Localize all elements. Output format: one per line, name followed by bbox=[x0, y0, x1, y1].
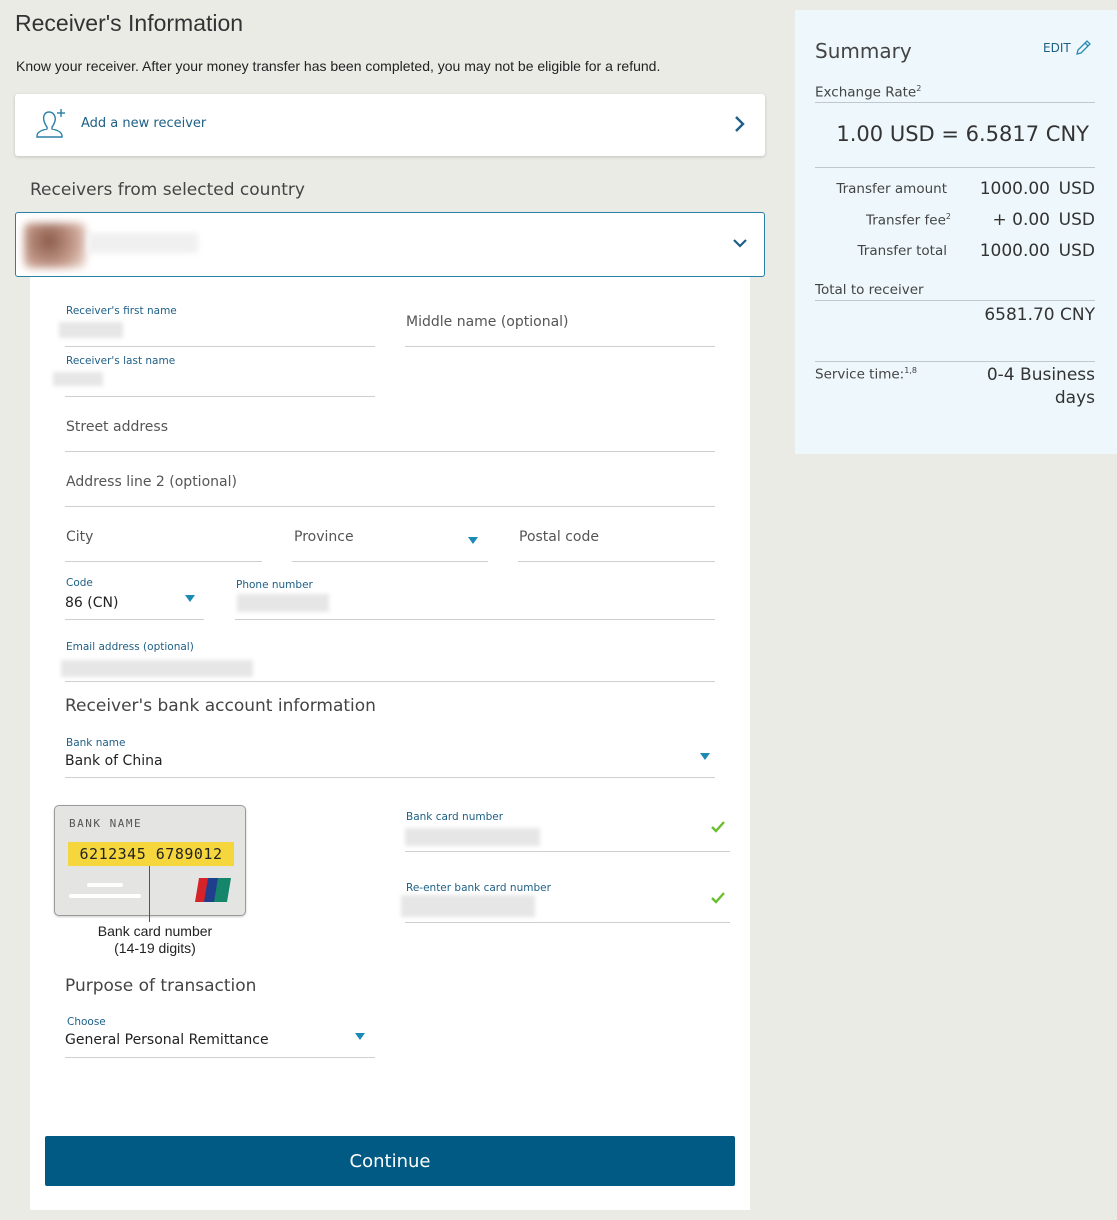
transfer-total-label: Transfer total bbox=[857, 243, 947, 259]
total-to-receiver-label: Total to receiver bbox=[815, 282, 924, 298]
transfer-amount-label: Transfer amount bbox=[836, 181, 947, 197]
bank-name-value: Bank of China bbox=[65, 753, 163, 769]
reenter-bank-card-label: Re-enter bank card number bbox=[406, 882, 551, 894]
divider bbox=[815, 167, 1095, 168]
chevron-down-icon bbox=[733, 239, 747, 248]
exchange-rate-label: Exchange Rate2 bbox=[815, 84, 922, 101]
summary-title: Summary bbox=[815, 39, 912, 63]
province-placeholder: Province bbox=[294, 529, 354, 545]
street-address-field[interactable]: Street address bbox=[65, 405, 715, 452]
add-person-icon bbox=[36, 109, 65, 138]
receiver-avatar bbox=[24, 223, 86, 268]
bank-card-number-redacted bbox=[405, 828, 540, 846]
phone-number-label: Phone number bbox=[236, 579, 313, 591]
country-code-label: Code bbox=[66, 577, 93, 589]
add-receiver-label: Add a new receiver bbox=[81, 116, 207, 131]
total-to-receiver-value: 6581.70 CNY bbox=[984, 305, 1095, 325]
chevron-down-icon bbox=[468, 537, 478, 544]
bank-name-select[interactable]: Bank name Bank of China bbox=[65, 730, 715, 778]
service-time-label: Service time:1,8 bbox=[815, 366, 917, 383]
email-field[interactable]: Email address (optional) bbox=[61, 634, 715, 682]
transfer-fee-currency: USD bbox=[1058, 210, 1095, 230]
receiver-name-redacted bbox=[88, 233, 198, 253]
postal-code-field[interactable]: Postal code bbox=[518, 515, 715, 562]
add-receiver-card[interactable]: Add a new receiver bbox=[15, 94, 765, 156]
chevron-down-icon bbox=[700, 753, 710, 760]
bank-section-title: Receiver's bank account information bbox=[65, 696, 376, 716]
unionpay-logo bbox=[195, 878, 231, 902]
continue-button[interactable]: Continue bbox=[45, 1136, 735, 1186]
first-name-value-redacted bbox=[59, 322, 123, 338]
city-placeholder: City bbox=[66, 529, 94, 545]
email-label: Email address (optional) bbox=[66, 641, 194, 653]
city-field[interactable]: City bbox=[65, 515, 262, 562]
bank-card-number-label: Bank card number bbox=[406, 811, 504, 823]
edit-link[interactable]: EDIT bbox=[1043, 41, 1071, 55]
bank-name-label: Bank name bbox=[66, 737, 126, 749]
bank-card-illustration: BANK NAME 6212345 6789012 bbox=[54, 805, 246, 916]
transfer-total-value: 1000.00 bbox=[979, 241, 1050, 261]
chevron-down-icon bbox=[185, 595, 195, 602]
country-code-select[interactable]: Code 86 (CN) bbox=[65, 572, 204, 620]
receiver-dropdown[interactable] bbox=[15, 212, 765, 277]
exchange-rate-value: 1.00 USD = 6.5817 CNY bbox=[836, 122, 1089, 146]
chevron-right-icon bbox=[735, 116, 745, 132]
address-line-2-field[interactable]: Address line 2 (optional) bbox=[65, 460, 715, 507]
transfer-fee-label: Transfer fee2 bbox=[865, 212, 951, 229]
purpose-section-title: Purpose of transaction bbox=[65, 976, 257, 996]
service-time-value: 0-4 Business days bbox=[986, 365, 1095, 408]
card-bank-name: BANK NAME bbox=[69, 817, 143, 830]
reenter-bank-card-number-field[interactable]: Re-enter bank card number bbox=[401, 875, 730, 923]
card-stripe bbox=[87, 883, 123, 887]
bank-card-number-field[interactable]: Bank card number bbox=[405, 804, 730, 852]
country-code-value: 86 (CN) bbox=[65, 595, 119, 611]
purpose-select[interactable]: Choose General Personal Remittance bbox=[65, 1010, 375, 1058]
card-number-sample: 6212345 6789012 bbox=[68, 842, 234, 866]
phone-number-value-redacted bbox=[237, 594, 329, 612]
transfer-total-currency: USD bbox=[1058, 241, 1095, 261]
purpose-value: General Personal Remittance bbox=[65, 1032, 269, 1048]
card-caption: Bank card number (14-19 digits) bbox=[60, 923, 250, 957]
receivers-section-title: Receivers from selected country bbox=[30, 180, 305, 200]
reenter-bank-card-redacted bbox=[401, 895, 535, 917]
address-line-2-placeholder: Address line 2 (optional) bbox=[66, 474, 237, 490]
first-name-field[interactable]: Receiver's first name bbox=[59, 300, 375, 347]
card-stripe bbox=[69, 894, 141, 898]
purpose-choose-label: Choose bbox=[67, 1016, 106, 1028]
street-address-placeholder: Street address bbox=[66, 419, 168, 435]
postal-code-placeholder: Postal code bbox=[519, 529, 599, 545]
chevron-down-icon bbox=[355, 1033, 365, 1040]
checkmark-icon bbox=[711, 892, 725, 904]
transfer-amount-currency: USD bbox=[1058, 179, 1095, 199]
phone-number-field[interactable]: Phone number bbox=[235, 572, 715, 620]
divider bbox=[815, 361, 1095, 362]
last-name-value-redacted bbox=[53, 372, 103, 386]
middle-name-field[interactable]: Middle name (optional) bbox=[405, 300, 715, 347]
pencil-icon[interactable] bbox=[1074, 39, 1092, 57]
card-caption-line2: (14-19 digits) bbox=[114, 940, 196, 956]
transfer-amount-value: 1000.00 bbox=[979, 179, 1050, 199]
last-name-field[interactable]: Receiver's last name bbox=[53, 350, 375, 397]
summary-panel: Summary EDIT Exchange Rate2 1.00 USD = 6… bbox=[795, 10, 1117, 454]
card-pointer-line bbox=[149, 866, 150, 922]
card-caption-line1: Bank card number bbox=[97, 923, 213, 939]
divider bbox=[815, 300, 1095, 301]
province-select[interactable]: Province bbox=[292, 515, 488, 562]
last-name-label: Receiver's last name bbox=[66, 355, 176, 367]
email-value-redacted bbox=[61, 660, 253, 677]
middle-name-placeholder: Middle name (optional) bbox=[406, 314, 569, 330]
first-name-label: Receiver's first name bbox=[66, 305, 177, 317]
checkmark-icon bbox=[711, 821, 725, 833]
page-title: Receiver's Information bbox=[15, 10, 244, 36]
transfer-fee-value: + 0.00 bbox=[992, 210, 1051, 230]
refund-notice: Know your receiver. After your money tra… bbox=[16, 58, 661, 74]
divider bbox=[815, 102, 1095, 103]
